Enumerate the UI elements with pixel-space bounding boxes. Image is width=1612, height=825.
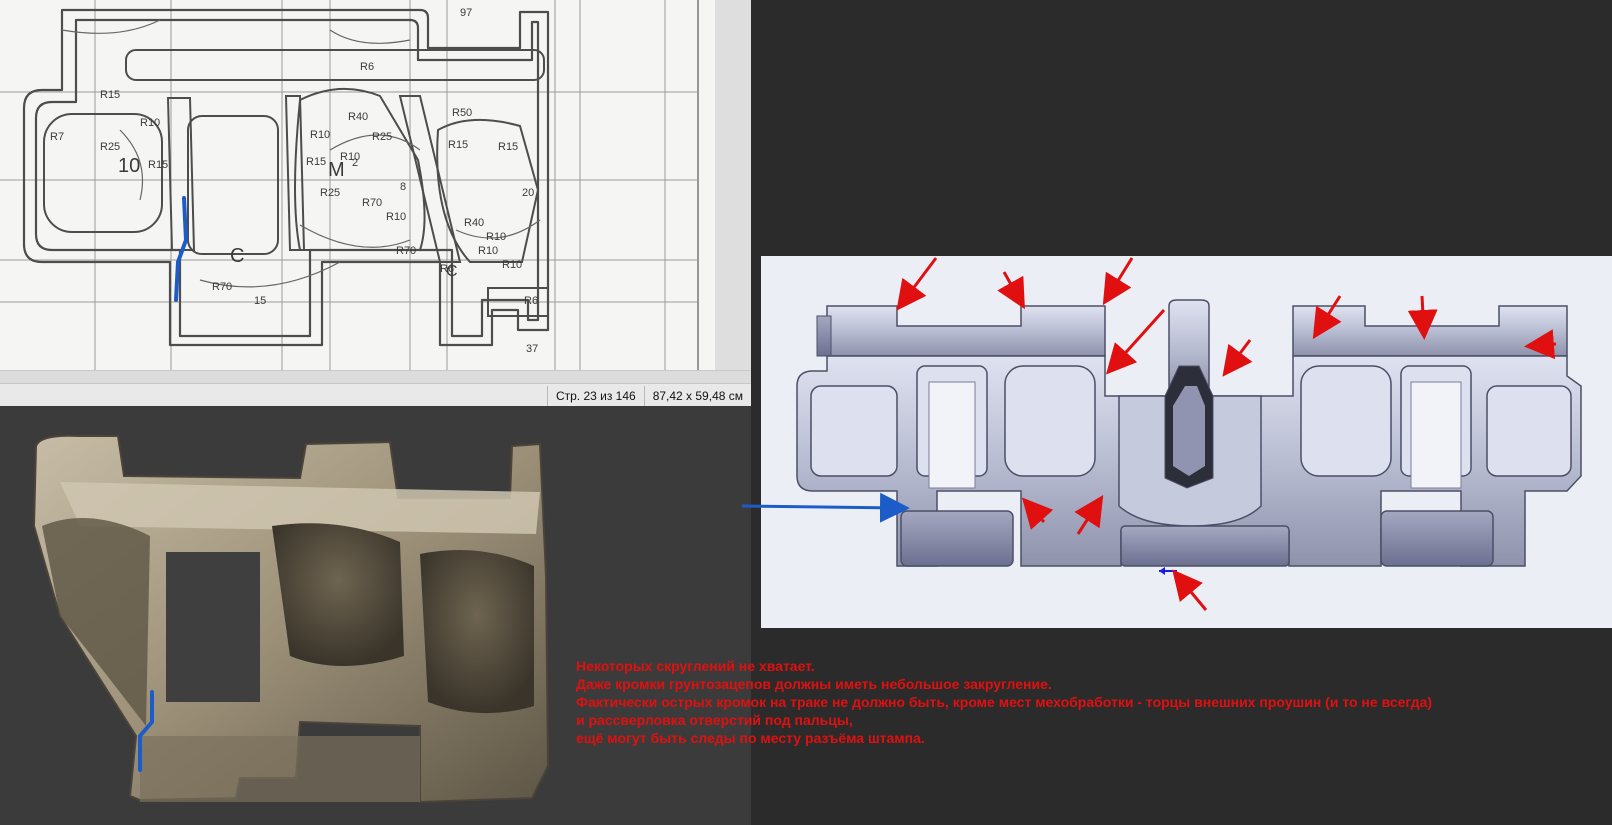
comment-line: Некоторых скруглений не хватает.	[576, 658, 815, 674]
dim-label: 15	[254, 295, 266, 307]
dim-label: R25	[372, 131, 392, 143]
dim-label: R40	[464, 217, 484, 229]
track-link-photo	[0, 406, 751, 825]
dim-label: R10	[502, 259, 522, 271]
dim-label: R10	[486, 231, 506, 243]
dim-label: R6	[360, 61, 374, 73]
dim-label: R50	[452, 107, 472, 119]
pdf-status-bar: Стр. 23 из 146 87,42 x 59,48 см	[0, 370, 751, 408]
dim-label: R15	[148, 159, 168, 171]
pdf-drawing-view[interactable]: 97 R6 R15 R10 R7 R25 10 R15 R10 R40 R25 …	[0, 0, 751, 370]
comment-line: и рассверловка отверстий под пальцы,	[576, 712, 853, 728]
dim-label: R10	[140, 117, 160, 129]
dim-label: 20	[522, 187, 534, 199]
dim-label: R15	[498, 141, 518, 153]
dim-label: R15	[100, 89, 120, 101]
comment-line: ещё могут быть следы по месту разъёма шт…	[576, 730, 925, 746]
cad-model-view[interactable]	[761, 256, 1612, 628]
dim-label: R10	[386, 211, 406, 223]
dim-label: C	[230, 245, 244, 267]
dim-label: R70	[362, 197, 382, 209]
stone-track-model	[0, 406, 751, 825]
dim-label: R25	[100, 141, 120, 153]
dim-label: R25	[320, 187, 340, 199]
dim-label: R40	[348, 111, 368, 123]
page-size-indicator: 87,42 x 59,48 см	[643, 386, 751, 406]
annotation-comment: Некоторых скруглений не хватает. Даже кр…	[576, 657, 1596, 747]
dim-label: R7	[50, 131, 64, 143]
cad-track-link-model	[761, 256, 1612, 628]
dim-label: C	[446, 263, 458, 280]
dim-label: R15	[306, 156, 326, 168]
dim-label: R10	[310, 129, 330, 141]
dim-label: R10	[478, 245, 498, 257]
dim-label: 2	[352, 157, 358, 169]
dim-label: 8	[400, 181, 406, 193]
dim-label: 37	[526, 343, 538, 355]
track-link-drawing: 97 R6 R15 R10 R7 R25 10 R15 R10 R40 R25 …	[0, 0, 751, 370]
comment-line: Даже кромки грунтозацепов должны иметь н…	[576, 676, 1052, 692]
page-indicator[interactable]: Стр. 23 из 146	[546, 386, 644, 406]
dim-label: R6	[524, 295, 538, 307]
dim-label: 10	[118, 155, 140, 177]
dim-label: 97	[460, 7, 472, 19]
dim-label: M	[328, 159, 345, 181]
comment-line: Фактически острых кромок на траке не дол…	[576, 694, 1433, 710]
dim-label: R70	[212, 281, 232, 293]
dim-label: R70	[396, 245, 416, 257]
horizontal-scrollbar[interactable]	[0, 371, 751, 384]
dim-label: R15	[448, 139, 468, 151]
